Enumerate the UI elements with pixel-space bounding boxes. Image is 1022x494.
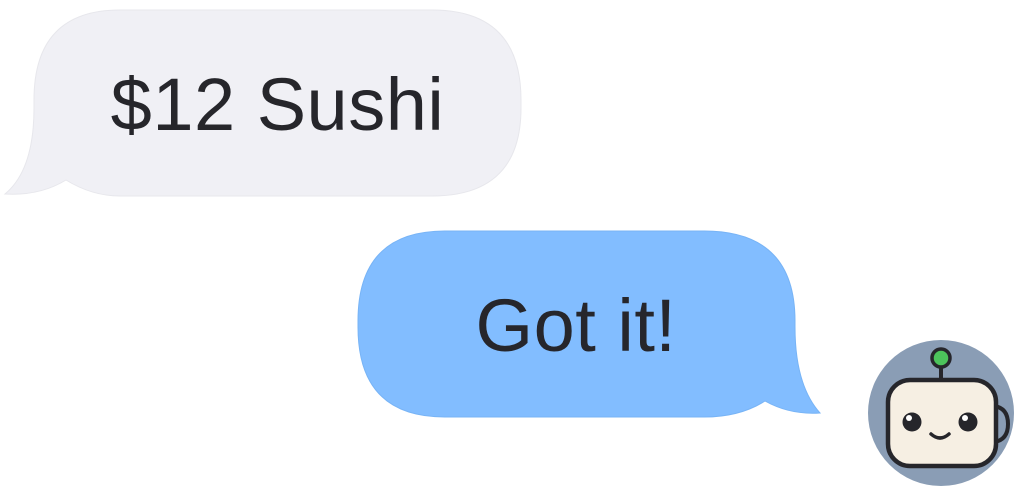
- chat-thread: $12 Sushi Got it!: [0, 0, 1022, 494]
- robot-face-icon: [868, 340, 1014, 486]
- outgoing-message[interactable]: Got it!: [350, 225, 840, 425]
- outgoing-message-text: Got it!: [475, 283, 677, 367]
- incoming-message-text: $12 Sushi: [110, 62, 445, 146]
- robot-avatar[interactable]: [866, 338, 1016, 488]
- incoming-message[interactable]: $12 Sushi: [0, 0, 530, 205]
